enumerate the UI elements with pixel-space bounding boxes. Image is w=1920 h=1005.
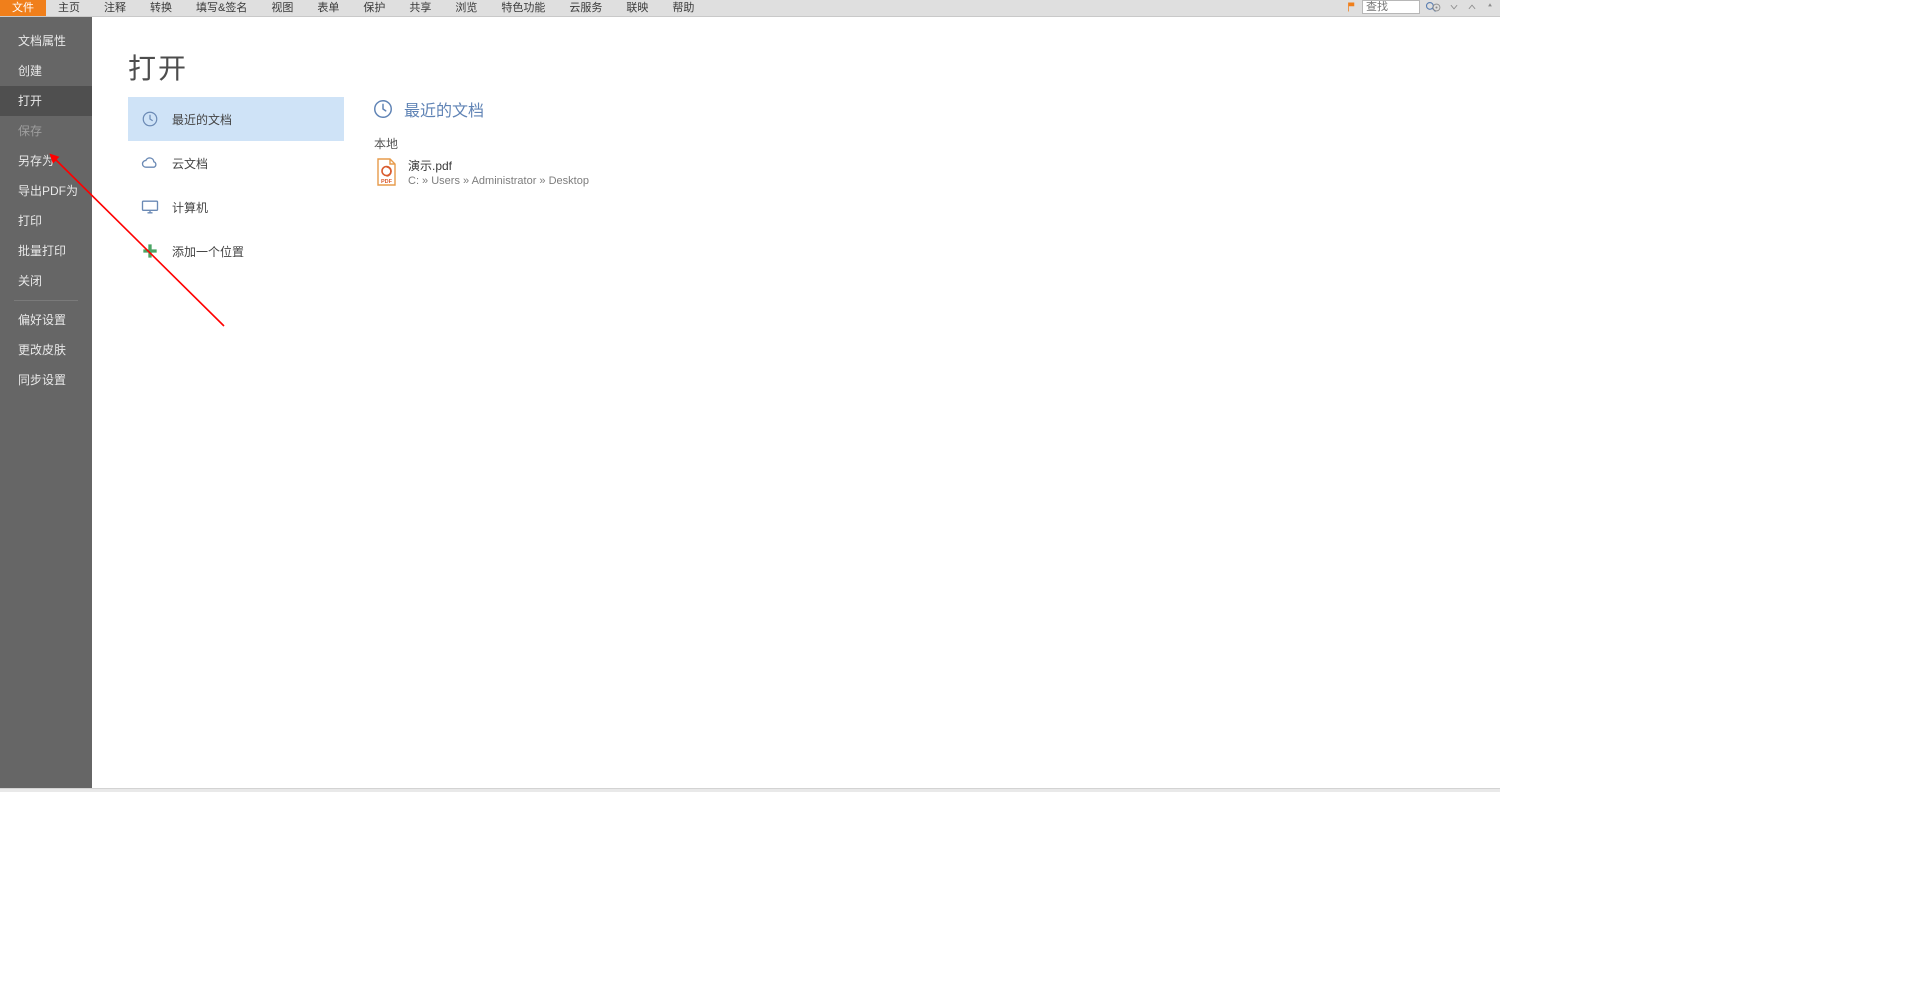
svg-text:PDF: PDF bbox=[381, 179, 393, 185]
backstage-item-properties[interactable]: 文档属性 bbox=[0, 26, 92, 56]
pdf-file-icon: PDF bbox=[374, 158, 398, 186]
clock-icon bbox=[372, 98, 394, 120]
backstage-item-saveas[interactable]: 另存为 bbox=[0, 146, 92, 176]
backstage-item-create[interactable]: 创建 bbox=[0, 56, 92, 86]
ribbon-tab-feature[interactable]: 特色功能 bbox=[489, 0, 557, 16]
ribbon-tabs: 文件 主页 注释 转换 填写&签名 视图 表单 保护 共享 浏览 特色功能 云服… bbox=[0, 0, 1500, 17]
ribbon-tab-file[interactable]: 文件 bbox=[0, 0, 46, 16]
ribbon-tab-link[interactable]: 联映 bbox=[614, 0, 660, 16]
search-input[interactable] bbox=[1362, 0, 1420, 14]
ribbon-tab-convert[interactable]: 转换 bbox=[138, 0, 184, 16]
ribbon-tab-form[interactable]: 表单 bbox=[305, 0, 351, 16]
open-sources-list: 最近的文档 云文档 计算机 添加一个位置 bbox=[128, 97, 344, 273]
ribbon-tab-view[interactable]: 视图 bbox=[259, 0, 305, 16]
backstage-item-print[interactable]: 打印 bbox=[0, 206, 92, 236]
pin-icon[interactable] bbox=[1484, 0, 1496, 14]
ribbon-tab-fillsign[interactable]: 填写&签名 bbox=[184, 0, 259, 16]
recent-file-path: C: » Users » Administrator » Desktop bbox=[408, 174, 589, 188]
recent-heading: 最近的文档 bbox=[372, 97, 1480, 121]
source-add-label: 添加一个位置 bbox=[172, 243, 244, 260]
ribbon-tab-comment[interactable]: 注释 bbox=[92, 0, 138, 16]
source-add-place[interactable]: 添加一个位置 bbox=[128, 229, 344, 273]
backstage-sidebar: 文档属性 创建 打开 保存 另存为 导出PDF为 打印 批量打印 关闭 偏好设置… bbox=[0, 17, 92, 792]
backstage-item-close[interactable]: 关闭 bbox=[0, 266, 92, 296]
backstage-body: 打开 最近的文档 云文档 计算机 bbox=[92, 17, 1500, 792]
ribbon-tab-home[interactable]: 主页 bbox=[46, 0, 92, 16]
status-bar bbox=[0, 788, 1500, 792]
cloud-icon bbox=[140, 153, 160, 173]
page-title: 打开 bbox=[128, 47, 1500, 87]
clock-icon bbox=[140, 109, 160, 129]
recent-file-text: 演示.pdf C: » Users » Administrator » Desk… bbox=[408, 158, 589, 188]
computer-icon bbox=[140, 197, 160, 217]
recent-heading-label: 最近的文档 bbox=[404, 97, 484, 121]
source-computer-label: 计算机 bbox=[172, 199, 208, 216]
source-cloud-label: 云文档 bbox=[172, 155, 208, 172]
settings-icon[interactable] bbox=[1430, 0, 1442, 14]
source-recent-label: 最近的文档 bbox=[172, 111, 232, 128]
dropdown-icon[interactable] bbox=[1448, 0, 1460, 14]
backstage-separator bbox=[14, 300, 78, 301]
recent-file-name: 演示.pdf bbox=[408, 158, 589, 174]
app-window: 文件 主页 注释 转换 填写&签名 视图 表单 保护 共享 浏览 特色功能 云服… bbox=[0, 0, 1500, 792]
ribbon-tab-help[interactable]: 帮助 bbox=[660, 0, 706, 16]
backstage-item-open[interactable]: 打开 bbox=[0, 86, 92, 116]
backstage-item-sync[interactable]: 同步设置 bbox=[0, 365, 92, 395]
plus-icon bbox=[140, 241, 160, 261]
backstage-item-exportpdf[interactable]: 导出PDF为 bbox=[0, 176, 92, 206]
source-cloud[interactable]: 云文档 bbox=[128, 141, 344, 185]
backstage-item-batchprint[interactable]: 批量打印 bbox=[0, 236, 92, 266]
backstage-item-save: 保存 bbox=[0, 116, 92, 146]
ribbon-system-icons bbox=[1430, 0, 1496, 14]
ribbon-search bbox=[1346, 0, 1438, 14]
ribbon-tab-cloud[interactable]: 云服务 bbox=[557, 0, 614, 16]
recent-panel: 最近的文档 本地 PDF 演示.pdf C: » Users » Adminis… bbox=[372, 97, 1480, 188]
collapse-icon[interactable] bbox=[1466, 0, 1478, 14]
source-computer[interactable]: 计算机 bbox=[128, 185, 344, 229]
ribbon-tab-browse[interactable]: 浏览 bbox=[443, 0, 489, 16]
ribbon-tab-protect[interactable]: 保护 bbox=[351, 0, 397, 16]
source-recent[interactable]: 最近的文档 bbox=[128, 97, 344, 141]
recent-group-local: 本地 bbox=[374, 135, 1480, 152]
ribbon-tab-share[interactable]: 共享 bbox=[397, 0, 443, 16]
backstage-item-skin[interactable]: 更改皮肤 bbox=[0, 335, 92, 365]
notification-icon[interactable] bbox=[1346, 1, 1358, 13]
backstage-item-preferences[interactable]: 偏好设置 bbox=[0, 305, 92, 335]
recent-file-row[interactable]: PDF 演示.pdf C: » Users » Administrator » … bbox=[372, 156, 1480, 188]
